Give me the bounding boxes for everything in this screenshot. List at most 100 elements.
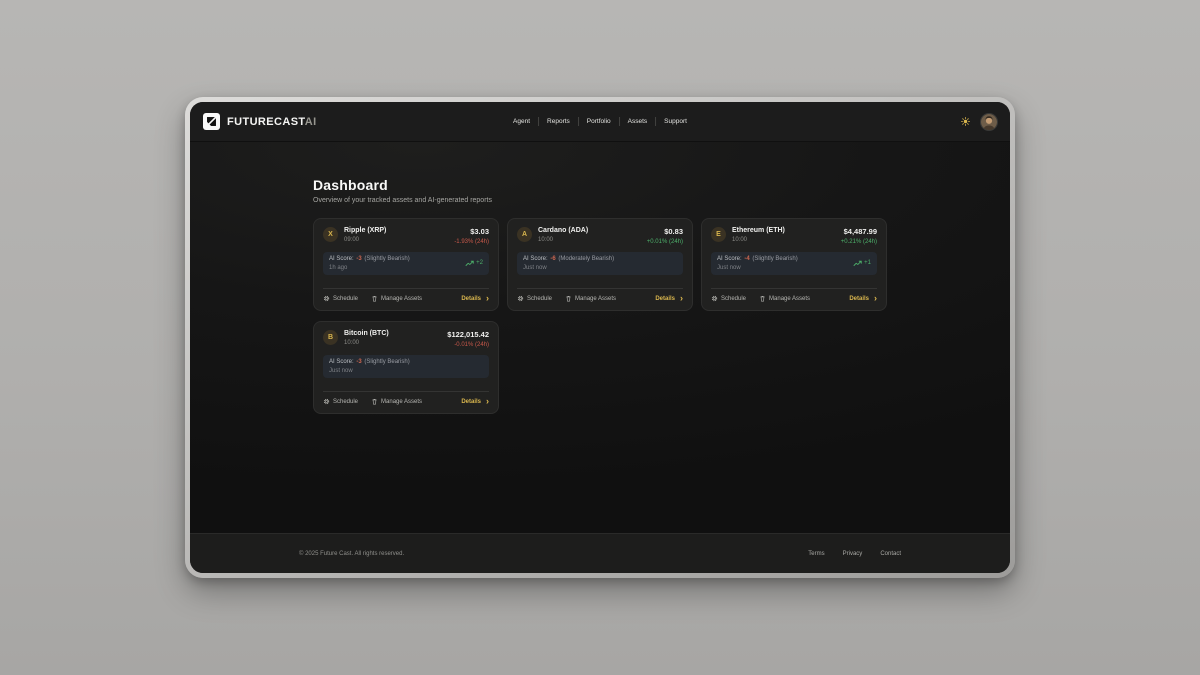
trend-value: +2	[476, 260, 483, 266]
schedule-button[interactable]: Schedule	[711, 295, 746, 302]
asset-card: A Cardano (ADA) 10:00 $0.83 +0.01% (24h)…	[507, 218, 693, 311]
main-content: Dashboard Overview of your tracked asset…	[190, 142, 1010, 533]
nav-item[interactable]: Support	[655, 117, 695, 126]
footer-link[interactable]: Privacy	[843, 551, 863, 557]
ai-score-value: -6	[550, 256, 555, 262]
details-button[interactable]: Details ›	[849, 296, 877, 302]
schedule-label: Schedule	[527, 296, 552, 302]
trend-badge: +1	[853, 260, 871, 267]
ai-score-line: AI Score: -3 (Slightly Bearish)	[329, 256, 410, 262]
ai-score-value: -3	[356, 359, 361, 365]
ai-score-label: AI Score:	[329, 359, 354, 365]
price-block: $0.83 +0.01% (24h)	[647, 227, 683, 245]
user-avatar[interactable]	[981, 114, 997, 130]
schedule-button[interactable]: Schedule	[323, 398, 358, 405]
details-label: Details	[849, 296, 869, 302]
schedule-button[interactable]: Schedule	[323, 295, 358, 302]
nav-item[interactable]: Agent	[505, 117, 538, 126]
schedule-label: Schedule	[333, 296, 358, 302]
price-block: $4,487.99 +0.21% (24h)	[841, 227, 877, 245]
ai-score-block: AI Score: -3 (Slightly Bearish) 1h ago	[329, 256, 410, 271]
price-change: +0.01% (24h)	[647, 239, 683, 245]
trending-up-icon	[853, 260, 862, 267]
price-change: -1.93% (24h)	[454, 239, 489, 245]
ai-score-line: AI Score: -3 (Slightly Bearish)	[329, 359, 410, 365]
main-nav: AgentReportsPortfolioAssetsSupport	[505, 117, 695, 126]
manage-assets-button[interactable]: Manage Assets	[371, 398, 422, 405]
price-change: -0.01% (24h)	[447, 342, 489, 348]
asset-name: Bitcoin (BTC)	[344, 330, 389, 337]
ai-sentiment: (Slightly Bearish)	[364, 256, 409, 262]
details-button[interactable]: Details ›	[655, 296, 683, 302]
top-navbar: FUTURECASTAI AgentReportsPortfolioAssets…	[190, 102, 1010, 142]
trend-badge: +2	[465, 260, 483, 267]
details-button[interactable]: Details ›	[461, 296, 489, 302]
ai-sentiment: (Slightly Bearish)	[752, 256, 797, 262]
ai-sentiment: (Slightly Bearish)	[364, 359, 409, 365]
nav-item[interactable]: Portfolio	[578, 117, 619, 126]
gear-icon	[711, 295, 718, 302]
brand-name: FUTURECAST	[227, 116, 305, 128]
nav-item[interactable]: Reports	[538, 117, 578, 126]
ai-score-value: -3	[356, 256, 361, 262]
nav-item[interactable]: Assets	[619, 117, 656, 126]
footer-link[interactable]: Terms	[808, 551, 824, 557]
trash-icon	[371, 295, 378, 302]
asset-name: Ethereum (ETH)	[732, 227, 785, 234]
asset-name: Ripple (XRP)	[344, 227, 386, 234]
manage-assets-label: Manage Assets	[381, 296, 422, 302]
asset-cards-grid: X Ripple (XRP) 09:00 $3.03 -1.93% (24h) …	[313, 218, 887, 414]
trash-icon	[759, 295, 766, 302]
asset-meta: Bitcoin (BTC) 10:00	[344, 330, 389, 346]
card-actions: Schedule Manage Assets Details ›	[323, 391, 489, 405]
ai-score-panel: AI Score: -3 (Slightly Bearish) 1h ago +…	[323, 252, 489, 275]
chevron-right-icon: ›	[486, 296, 489, 301]
price-change: +0.21% (24h)	[841, 239, 877, 245]
card-header: B Bitcoin (BTC) 10:00 $122,015.42 -0.01%…	[323, 330, 489, 348]
brand-logo-icon	[203, 113, 220, 130]
manage-assets-button[interactable]: Manage Assets	[759, 295, 810, 302]
card-actions: Schedule Manage Assets Details ›	[711, 288, 877, 302]
updated-time: Just now	[523, 265, 614, 271]
card-header: E Ethereum (ETH) 10:00 $4,487.99 +0.21% …	[711, 227, 877, 245]
ai-score-panel: AI Score: -3 (Slightly Bearish) Just now	[323, 355, 489, 378]
card-header: X Ripple (XRP) 09:00 $3.03 -1.93% (24h)	[323, 227, 489, 245]
asset-time: 10:00	[538, 237, 588, 243]
ai-score-panel: AI Score: -4 (Slightly Bearish) Just now…	[711, 252, 877, 275]
footer-links: Terms Privacy Contact	[808, 551, 901, 557]
asset-card: E Ethereum (ETH) 10:00 $4,487.99 +0.21% …	[701, 218, 887, 311]
asset-price: $3.03	[454, 227, 489, 236]
schedule-label: Schedule	[721, 296, 746, 302]
footer-link[interactable]: Contact	[880, 551, 901, 557]
asset-card: X Ripple (XRP) 09:00 $3.03 -1.93% (24h) …	[313, 218, 499, 311]
asset-icon: E	[711, 227, 726, 242]
app-window: FUTURECASTAI AgentReportsPortfolioAssets…	[185, 97, 1015, 578]
card-header: A Cardano (ADA) 10:00 $0.83 +0.01% (24h)	[517, 227, 683, 245]
gear-icon	[517, 295, 524, 302]
chevron-right-icon: ›	[486, 399, 489, 404]
manage-assets-label: Manage Assets	[575, 296, 616, 302]
schedule-label: Schedule	[333, 399, 358, 405]
chevron-right-icon: ›	[680, 296, 683, 301]
theme-toggle-button[interactable]	[961, 117, 970, 126]
card-actions: Schedule Manage Assets Details ›	[517, 288, 683, 302]
asset-time: 10:00	[732, 237, 785, 243]
brand-suffix: AI	[305, 116, 317, 128]
asset-meta: Ripple (XRP) 09:00	[344, 227, 386, 243]
details-label: Details	[655, 296, 675, 302]
dashboard-container: Dashboard Overview of your tracked asset…	[313, 142, 887, 414]
gear-icon	[323, 398, 330, 405]
details-button[interactable]: Details ›	[461, 399, 489, 405]
page-title: Dashboard	[313, 177, 887, 193]
manage-assets-button[interactable]: Manage Assets	[565, 295, 616, 302]
trending-up-icon	[465, 260, 474, 267]
asset-time: 09:00	[344, 237, 386, 243]
brand-text: FUTURECASTAI	[227, 116, 317, 128]
manage-assets-button[interactable]: Manage Assets	[371, 295, 422, 302]
footer-inner: © 2025 Future Cast. All rights reserved.…	[299, 551, 901, 557]
schedule-button[interactable]: Schedule	[517, 295, 552, 302]
brand[interactable]: FUTURECASTAI	[203, 113, 317, 130]
gear-icon	[323, 295, 330, 302]
asset-meta: Cardano (ADA) 10:00	[538, 227, 588, 243]
ai-score-block: AI Score: -4 (Slightly Bearish) Just now	[717, 256, 798, 271]
